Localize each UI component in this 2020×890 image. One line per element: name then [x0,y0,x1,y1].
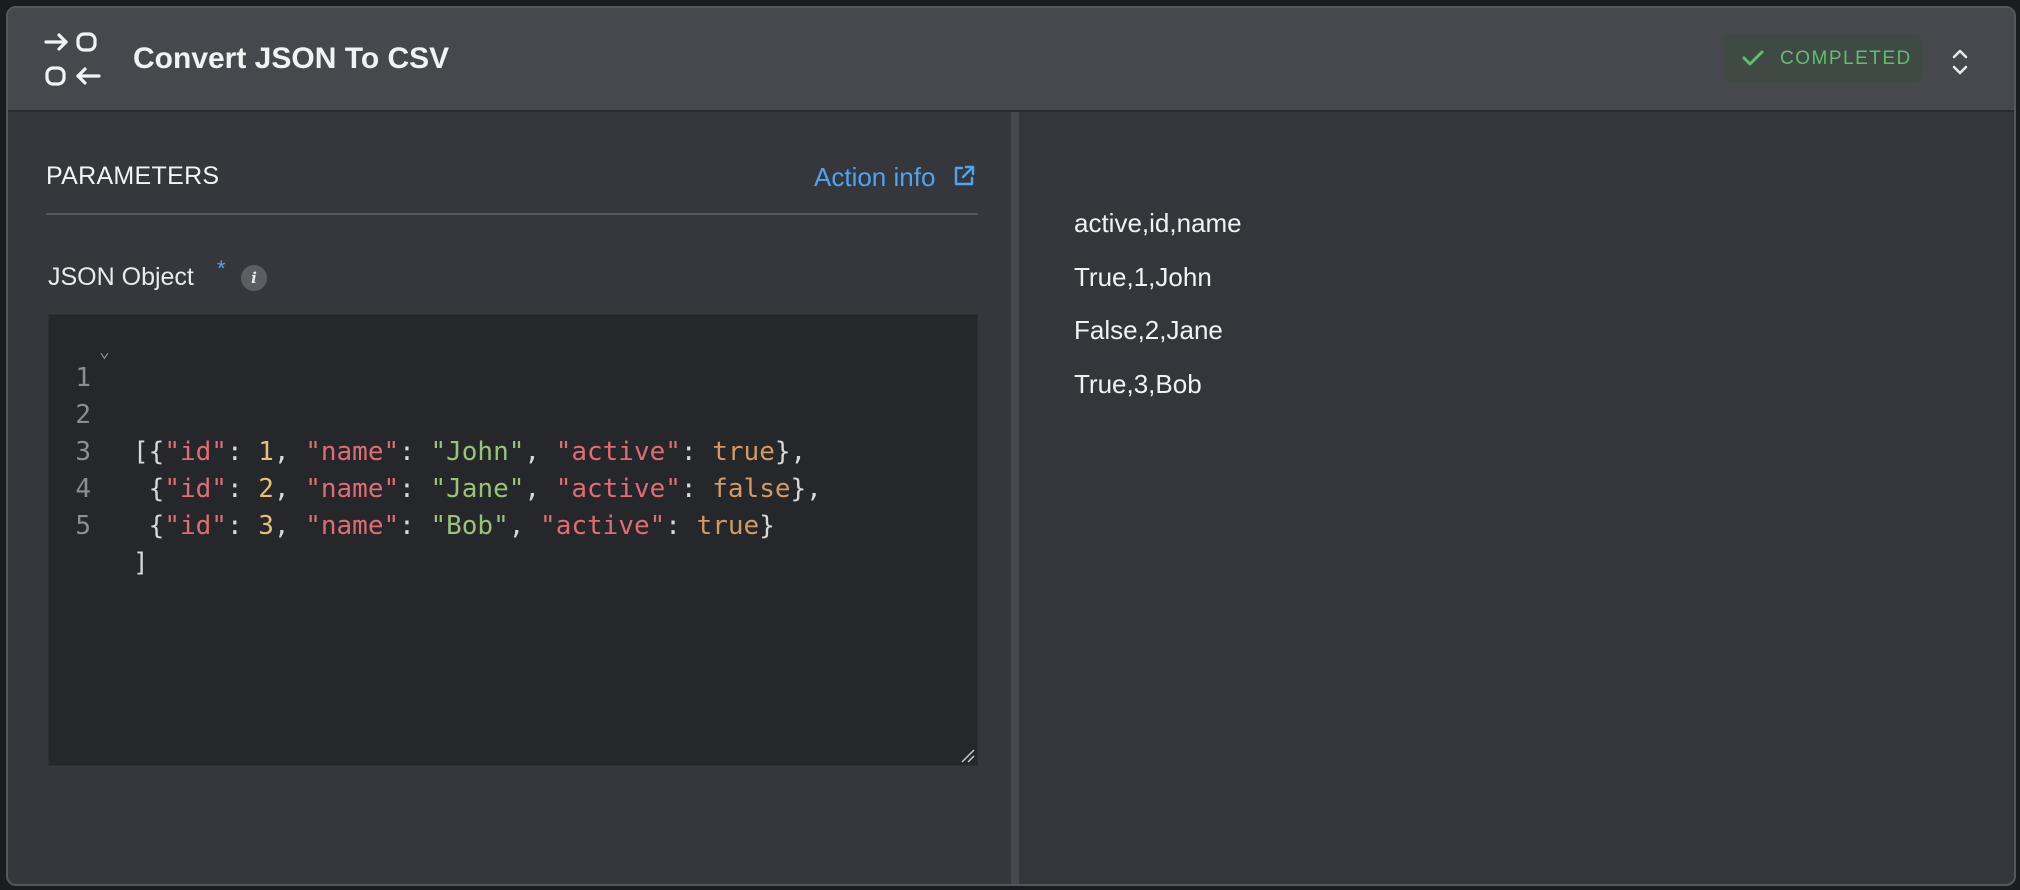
info-icon[interactable]: i [241,265,267,291]
code-line: 4 {"id": 3, "name": "Bob", "active": tru… [49,434,977,541]
check-icon [1742,50,1764,66]
chevron-up-down-icon[interactable] [1948,46,1972,78]
divider-line [46,213,978,215]
card-header: Convert JSON To CSV COMPLETED [8,8,2014,112]
line-number: 5 [75,511,91,541]
csv-output-line: active,id,name [1074,208,1242,238]
output-panel: active,id,name True,1,John False,2,Jane … [1019,112,2014,884]
csv-output-line: True,3,Bob [1074,369,1202,399]
required-marker: * [217,256,226,281]
parameters-heading: PARAMETERS [46,162,220,190]
code-line: 2 {"id": 1, "name": "John", "active": tr… [49,360,977,467]
code-text: ] [133,548,149,578]
code-text: {"id": 3, "name": "Bob", "active": true} [133,511,775,541]
swap-arrows-icon [44,32,101,86]
action-info-link[interactable]: Action info [814,162,935,193]
action-card: Convert JSON To CSV COMPLETED PARAMETERS… [6,6,2016,886]
json-object-editor[interactable]: 1 ⌄ [ 2 {"id": 1, "name": "John", "activ… [48,314,978,766]
page-title: Convert JSON To CSV [133,42,450,75]
code-line: 1 ⌄ [ [49,323,977,467]
status-text: COMPLETED [1780,48,1912,69]
status-badge: COMPLETED [1724,34,1922,82]
csv-output-line: False,2,Jane [1074,315,1223,345]
csv-output-line: True,1,John [1074,262,1212,292]
code-line: 3 {"id": 2, "name": "Jane", "active": fa… [49,397,977,504]
external-link-icon[interactable] [952,164,976,188]
code-line: 5 ] [49,471,977,578]
panel-divider[interactable] [1011,112,1019,884]
parameters-panel: PARAMETERS Action info JSON Object * i 1… [8,112,1008,884]
json-object-label: JSON Object [48,263,194,291]
resize-handle-icon[interactable] [961,749,975,763]
